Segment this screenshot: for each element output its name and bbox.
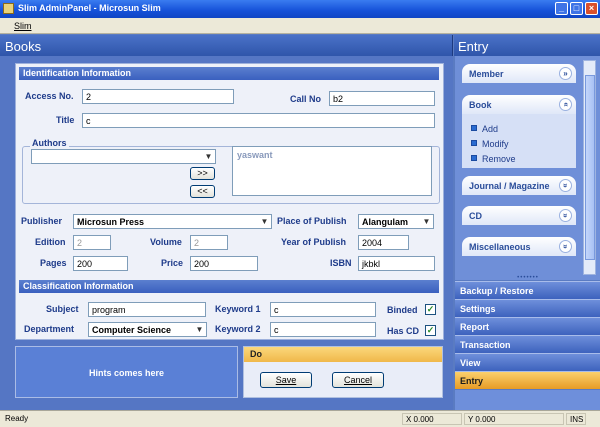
nav-report[interactable]: Report [455, 317, 600, 335]
books-header: Books [0, 35, 453, 56]
volume-label: Volume [150, 237, 182, 247]
chevron-down-icon: » [559, 179, 572, 192]
title-bar: Slim AdminPanel - Microsun Slim _ □ × [0, 0, 600, 18]
call-no-label: Call No [290, 94, 322, 104]
menu-slim[interactable]: Slim [14, 21, 32, 31]
identification-header: Identification Information [19, 67, 439, 80]
keyword2-label: Keyword 2 [215, 324, 261, 334]
price-field[interactable]: 200 [190, 256, 258, 271]
keyword1-field[interactable]: c [270, 302, 376, 317]
save-button[interactable]: Save [260, 372, 312, 388]
list-item[interactable]: yaswant [237, 150, 427, 160]
author-list[interactable]: yaswant [232, 146, 432, 196]
classification-header: Classification Information [19, 280, 439, 293]
place-dropdown[interactable]: Alangulam ▼ [358, 214, 434, 229]
do-panel: Do Save Cancel [243, 346, 443, 398]
authors-label: Authors [30, 138, 69, 148]
bullet-icon [471, 140, 477, 146]
publisher-dropdown[interactable]: Microsun Press ▼ [73, 214, 272, 229]
bullet-icon [471, 125, 477, 131]
do-header: Do [244, 347, 442, 362]
chevron-down-icon: ▼ [204, 152, 213, 161]
app-icon [3, 3, 14, 14]
chevron-down-icon: ▼ [422, 217, 431, 226]
edition-label: Edition [35, 237, 66, 247]
place-label: Place of Publish [277, 216, 347, 226]
group-journal[interactable]: Journal / Magazine» [462, 176, 576, 195]
price-label: Price [161, 258, 184, 268]
bullet-icon [471, 155, 477, 161]
book-add-link[interactable]: Add [482, 124, 498, 134]
entry-header: Entry [454, 35, 600, 56]
department-dropdown[interactable]: Computer Science ▼ [88, 322, 207, 337]
chevron-up-icon: » [559, 98, 572, 111]
nav-entry[interactable]: Entry [455, 371, 600, 389]
book-remove-link[interactable]: Remove [482, 154, 516, 164]
has-cd-checkbox[interactable]: ✓ [425, 325, 436, 336]
close-button[interactable]: × [585, 2, 598, 15]
status-ins: INS [566, 413, 586, 425]
remove-author-button[interactable]: << [190, 185, 215, 198]
book-modify-link[interactable]: Modify [482, 139, 509, 149]
year-field[interactable]: 2004 [358, 235, 409, 250]
pages-label: Pages [40, 258, 67, 268]
chevron-down-icon: » [559, 67, 572, 80]
publisher-label: Publisher [21, 216, 63, 226]
access-no-field[interactable]: 2 [82, 89, 234, 104]
chevron-down-icon: » [559, 240, 572, 253]
volume-field[interactable]: 2 [190, 235, 228, 250]
keyword1-label: Keyword 1 [215, 304, 261, 314]
group-book[interactable]: Book» [462, 95, 576, 114]
splitter-grip-icon[interactable]: ••••••• [512, 275, 544, 281]
group-miscellaneous[interactable]: Miscellaneous» [462, 237, 576, 256]
status-y: Y 0.000 [464, 413, 564, 425]
keyword2-field[interactable]: c [270, 322, 376, 337]
window-title: Slim AdminPanel - Microsun Slim [18, 3, 161, 13]
call-no-field[interactable]: b2 [329, 91, 435, 106]
nav-view[interactable]: View [455, 353, 600, 371]
group-cd[interactable]: CD» [462, 206, 576, 225]
binded-label: Binded [387, 305, 418, 315]
subject-label: Subject [46, 304, 79, 314]
edition-field[interactable]: 2 [73, 235, 111, 250]
has-cd-label: Has CD [387, 326, 420, 336]
menu-bar: Slim [0, 18, 600, 34]
maximize-button[interactable]: □ [570, 2, 583, 15]
binded-checkbox[interactable]: ✓ [425, 304, 436, 315]
hints-panel: Hints comes here [15, 346, 238, 398]
nav-settings[interactable]: Settings [455, 299, 600, 317]
department-label: Department [24, 324, 75, 334]
scrollbar-thumb[interactable] [585, 75, 595, 260]
subject-field[interactable]: program [88, 302, 206, 317]
pages-field[interactable]: 200 [73, 256, 128, 271]
add-author-button[interactable]: >> [190, 167, 215, 180]
nav-footer [455, 390, 600, 410]
authors-dropdown[interactable]: ▼ [31, 149, 216, 164]
chevron-down-icon: ▼ [260, 217, 269, 226]
group-member[interactable]: Member» [462, 64, 576, 83]
book-items: Add Modify Remove [462, 114, 576, 168]
status-bar: Ready X 0.000 Y 0.000 INS [0, 410, 600, 427]
nav-backup-restore[interactable]: Backup / Restore [455, 281, 600, 299]
status-text: Ready [5, 414, 29, 423]
access-no-label: Access No. [25, 91, 74, 101]
title-field[interactable]: c [82, 113, 435, 128]
sidebar-scrollbar[interactable] [583, 60, 596, 275]
minimize-button[interactable]: _ [555, 2, 568, 15]
year-label: Year of Publish [281, 237, 347, 247]
cancel-button[interactable]: Cancel [332, 372, 384, 388]
chevron-down-icon: » [559, 209, 572, 222]
isbn-label: ISBN [330, 258, 352, 268]
chevron-down-icon: ▼ [195, 325, 204, 334]
status-x: X 0.000 [402, 413, 462, 425]
isbn-field[interactable]: jkbkl [358, 256, 435, 271]
nav-transaction[interactable]: Transaction [455, 335, 600, 353]
title-label: Title [56, 115, 75, 125]
